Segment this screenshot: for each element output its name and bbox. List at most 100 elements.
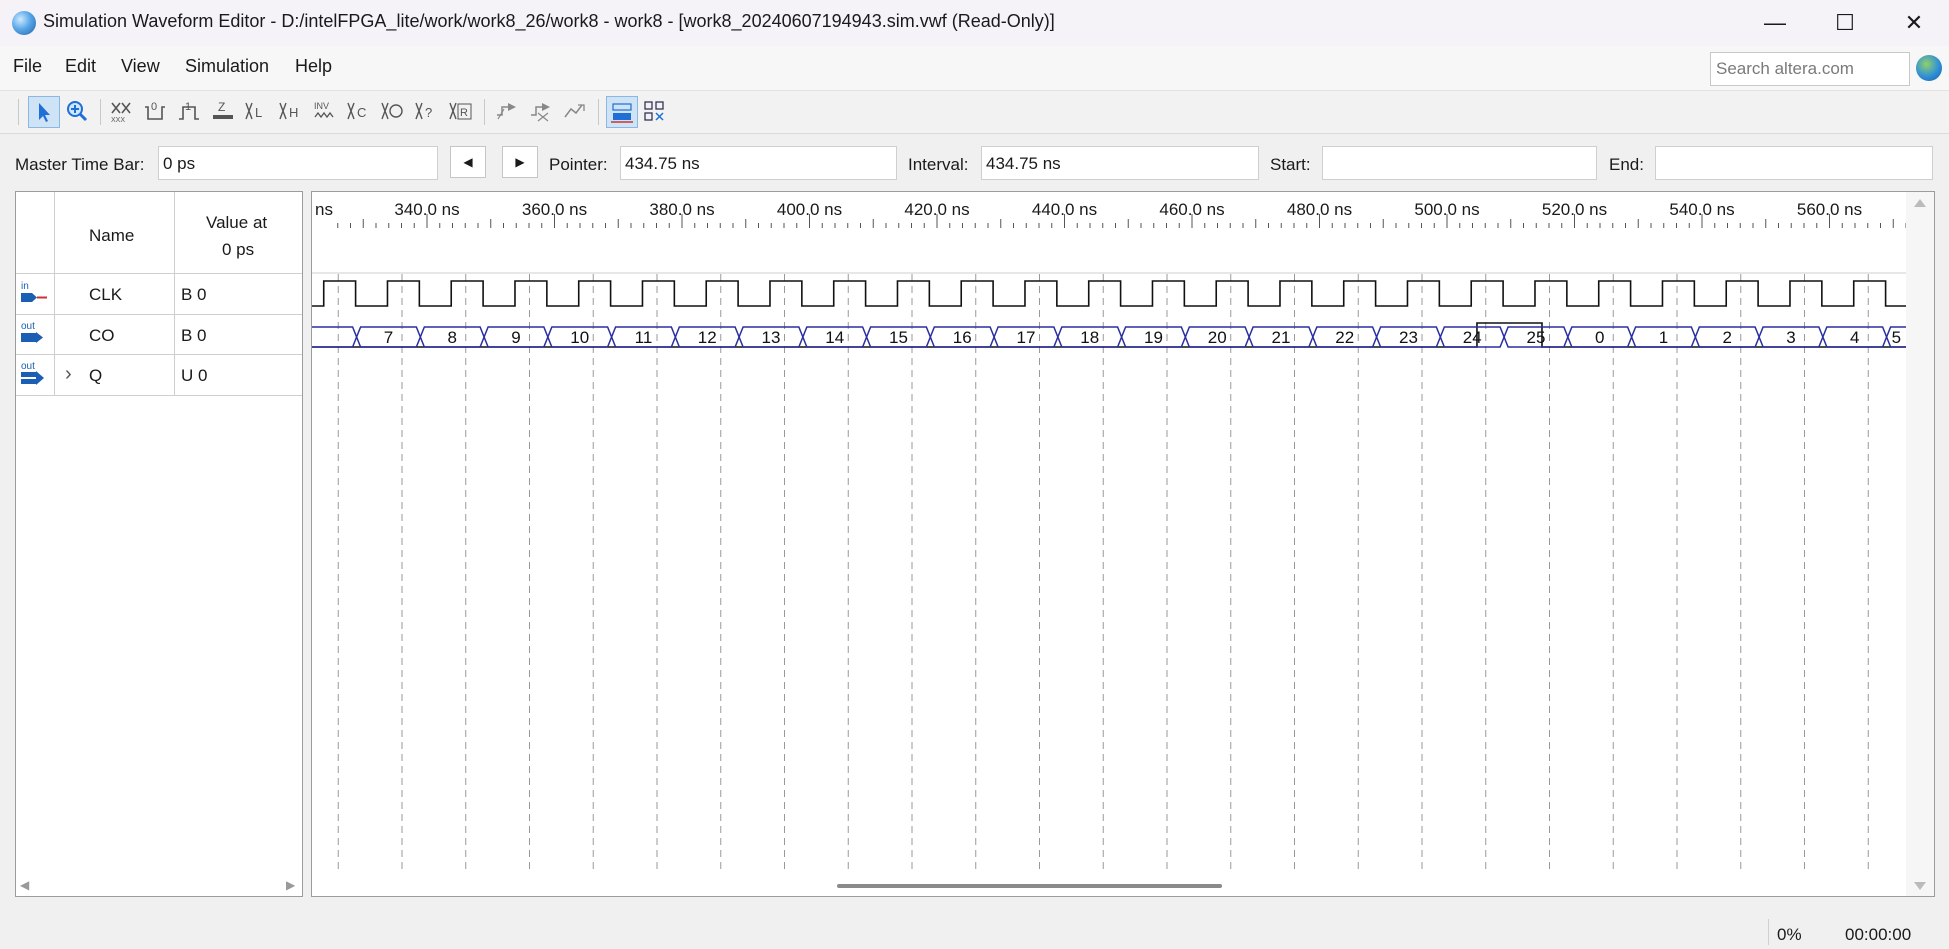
minimize-button[interactable]: — bbox=[1740, 0, 1810, 46]
pointer-field[interactable]: 434.75 ns bbox=[620, 146, 897, 180]
menu-view[interactable]: View bbox=[121, 56, 160, 77]
next-transition-button[interactable]: ▶ bbox=[502, 146, 538, 178]
toolbar-separator bbox=[598, 99, 599, 125]
scroll-left-arrow-icon[interactable]: ◀ bbox=[20, 878, 29, 892]
q-value-label: 1 bbox=[1659, 328, 1668, 347]
q-value-label: 23 bbox=[1399, 328, 1418, 347]
toolbar-separator bbox=[100, 99, 101, 125]
progress-percent: 0% bbox=[1777, 925, 1802, 944]
waveform-panel: ns 340.0 ns 360.0 ns 380.0 ns 400.0 ns 420.0 … bbox=[311, 191, 1935, 897]
vertical-scrollbar[interactable] bbox=[1906, 192, 1934, 896]
q-value-label: 10 bbox=[570, 328, 589, 347]
name-column-header[interactable]: Name bbox=[89, 226, 134, 246]
overwrite-clock-icon[interactable] bbox=[378, 96, 408, 126]
svg-text:XXX: XXX bbox=[111, 117, 125, 123]
toolbar-grip bbox=[18, 99, 19, 125]
time-label: ns bbox=[315, 200, 333, 219]
svg-text:?: ? bbox=[425, 105, 432, 120]
forcing-high-icon[interactable]: 1 bbox=[174, 96, 204, 126]
interval-label: Interval: bbox=[908, 155, 969, 174]
toolbar: XXX 0 1 Z L H INV C ? R bbox=[0, 90, 1949, 134]
q-value-label: 2 bbox=[1722, 328, 1731, 347]
signal-value: B 0 bbox=[181, 326, 207, 345]
scroll-right-arrow-icon[interactable]: ▶ bbox=[286, 878, 295, 892]
value-column-header[interactable]: Value at bbox=[206, 213, 267, 233]
menu-file[interactable]: File bbox=[13, 56, 42, 77]
window-title: Simulation Waveform Editor - D:/intelFPG… bbox=[43, 11, 1055, 31]
high-impedance-icon[interactable]: Z bbox=[208, 96, 238, 126]
svg-text:out: out bbox=[21, 321, 35, 332]
hierarchy-icon[interactable] bbox=[640, 96, 670, 126]
q-value-label: 25 bbox=[1527, 328, 1546, 347]
q-value-label: 7 bbox=[384, 328, 393, 347]
interval-value: 434.75 ns bbox=[986, 154, 1061, 173]
weak-low-icon[interactable]: L bbox=[242, 96, 272, 126]
q-value-label: 15 bbox=[889, 328, 908, 347]
close-button[interactable]: ✕ bbox=[1879, 0, 1949, 46]
row-divider bbox=[16, 395, 302, 396]
q-value-label: 5 bbox=[1892, 328, 1901, 347]
group-icon[interactable] bbox=[560, 96, 590, 126]
weak-high-icon[interactable]: H bbox=[276, 96, 306, 126]
toolbar-separator bbox=[484, 99, 485, 125]
search-placeholder: Search altera.com bbox=[1716, 59, 1854, 78]
menu-simulation[interactable]: Simulation bbox=[185, 56, 269, 77]
start-field[interactable] bbox=[1322, 146, 1597, 180]
input-pin-icon: in bbox=[21, 281, 47, 302]
q-value-label: 22 bbox=[1335, 328, 1354, 347]
expand-chevron-icon[interactable]: › bbox=[65, 363, 72, 386]
bus-icon[interactable] bbox=[606, 96, 638, 128]
horizontal-scroll-thumb[interactable] bbox=[837, 884, 1222, 888]
q-value-label: 4 bbox=[1850, 328, 1859, 347]
search-input[interactable]: Search altera.com bbox=[1710, 52, 1910, 86]
master-time-bar-value: 0 ps bbox=[163, 154, 196, 173]
previous-transition-button[interactable]: ◀ bbox=[450, 146, 486, 178]
globe-icon[interactable] bbox=[1916, 55, 1942, 81]
svg-text:INV: INV bbox=[314, 101, 329, 111]
signal-name: CO bbox=[89, 326, 115, 345]
maximize-button[interactable]: ☐ bbox=[1810, 0, 1880, 46]
app-icon bbox=[12, 11, 36, 35]
q-value-label: 19 bbox=[1144, 328, 1163, 347]
status-bar: 0% 00:00:00 bbox=[0, 915, 1949, 949]
arbitrary-value-icon[interactable] bbox=[526, 96, 556, 126]
output-bus-icon: out bbox=[21, 361, 44, 385]
signal-value: U 0 bbox=[181, 366, 208, 385]
svg-text:in: in bbox=[21, 281, 29, 292]
master-time-bar-field[interactable]: 0 ps bbox=[158, 146, 438, 180]
waveform-canvas[interactable]: ns 340.0 ns 360.0 ns 380.0 ns 400.0 ns 420.0 … bbox=[312, 192, 1934, 896]
svg-text:out: out bbox=[21, 361, 35, 372]
menu-edit[interactable]: Edit bbox=[65, 56, 96, 77]
selection-tool-icon[interactable] bbox=[28, 96, 60, 128]
signal-row-co[interactable]: out CO B 0 bbox=[16, 315, 302, 354]
signal-name: CLK bbox=[89, 285, 123, 304]
master-time-bar-label: Master Time Bar: bbox=[15, 155, 145, 174]
output-pin-icon: out bbox=[21, 321, 43, 343]
invert-icon[interactable]: INV bbox=[310, 96, 340, 126]
elapsed-time: 00:00:00 bbox=[1845, 925, 1912, 944]
snap-to-grid-icon[interactable] bbox=[492, 96, 522, 126]
interval-field[interactable]: 434.75 ns bbox=[981, 146, 1259, 180]
dont-care-icon[interactable]: R bbox=[446, 96, 476, 126]
random-values-icon[interactable]: ? bbox=[412, 96, 442, 126]
signal-row-q[interactable]: out › Q U 0 bbox=[16, 355, 302, 395]
menu-bar: File Edit View Simulation Help bbox=[0, 46, 1949, 90]
q-value-label: 24 bbox=[1463, 328, 1482, 347]
signal-list-panel: Name Value at 0 ps in CLK B 0 out CO B 0… bbox=[15, 191, 303, 897]
q-value-label: 13 bbox=[762, 328, 781, 347]
signal-row-clk[interactable]: in CLK B 0 bbox=[16, 274, 302, 314]
zoom-tool-icon[interactable] bbox=[62, 96, 92, 126]
pointer-value: 434.75 ns bbox=[625, 154, 700, 173]
end-label: End: bbox=[1609, 155, 1644, 174]
q-value-label: 17 bbox=[1017, 328, 1036, 347]
svg-text:0: 0 bbox=[151, 101, 157, 113]
menu-help[interactable]: Help bbox=[295, 56, 332, 77]
q-value-label: 21 bbox=[1272, 328, 1291, 347]
q-value-label: 18 bbox=[1080, 328, 1099, 347]
count-value-icon[interactable]: C bbox=[344, 96, 374, 126]
forcing-low-icon[interactable]: 0 bbox=[140, 96, 170, 126]
end-field[interactable] bbox=[1655, 146, 1933, 180]
start-label: Start: bbox=[1270, 155, 1311, 174]
time-bar: Master Time Bar: 0 ps ◀ ▶ Pointer: 434.7… bbox=[0, 134, 1949, 192]
forcing-unknown-icon[interactable]: XXX bbox=[106, 96, 136, 126]
